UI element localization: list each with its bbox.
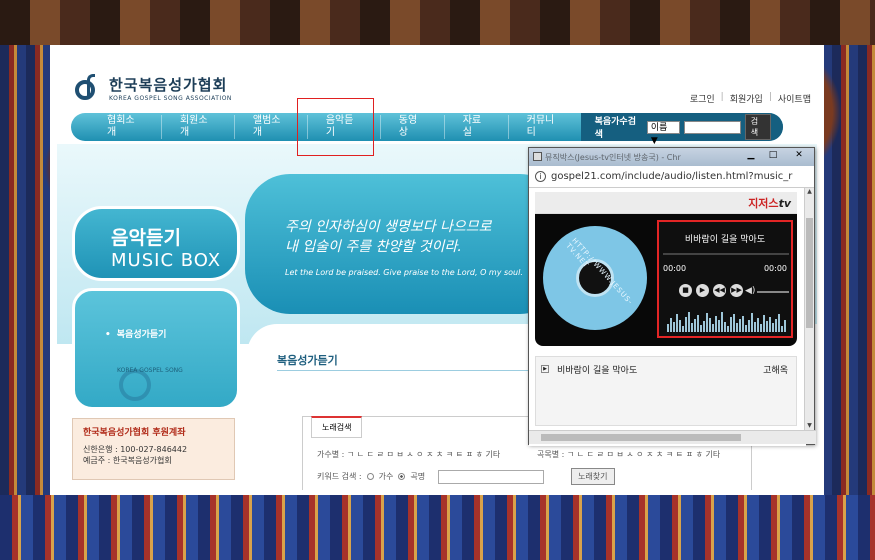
keyword-label: 키워드 검색 : bbox=[317, 472, 362, 481]
top-links: 로그인 | 회원가입 | 사이트맵 bbox=[689, 92, 811, 105]
logo-korean: 한국복음성가협회 bbox=[109, 76, 228, 94]
donation-holder: 예금주 : 한국복음성가협회 bbox=[83, 456, 172, 465]
player-screen: 비바람이 길을 막아도 00:00 00:00 ■ ▶ ◀◀ ▶▶ ◀) bbox=[657, 220, 793, 338]
radio-singer-label: 가수 bbox=[378, 472, 394, 481]
brand-logo: 지저스tv bbox=[748, 197, 791, 210]
equalizer-visual bbox=[667, 310, 787, 332]
player-controls: ■ ▶ ◀◀ ▶▶ bbox=[679, 284, 743, 297]
verse-english: Let the Lord be praised. Give praise to … bbox=[285, 268, 523, 277]
nav-community[interactable]: 커뮤니티 bbox=[509, 115, 581, 139]
music-heading-en: MUSIC BOX bbox=[111, 250, 222, 271]
popup-titlebar[interactable]: 뮤직박스(Jesus-tv인터넷 방송국) - Chr ▁ □ ✕ bbox=[529, 148, 814, 166]
progress-bar[interactable] bbox=[663, 253, 789, 255]
verse-line-2: 내 입술이 주를 찬양할 것이라. bbox=[285, 239, 462, 255]
site-logo[interactable]: 한국복음성가협회 KOREA GOSPEL SONG ASSOCIATION bbox=[75, 74, 232, 102]
playlist: ▶ 비바람이 길을 막아도 고해옥 bbox=[535, 356, 797, 426]
time-total: 00:00 bbox=[763, 264, 787, 273]
verse-banner: 주의 인자하심이 생명보다 나으므로 내 입술이 주를 찬양할 것이라. Let… bbox=[245, 174, 565, 314]
scroll-up-icon[interactable]: ▲ bbox=[805, 188, 814, 198]
minimize-button[interactable]: ▁ bbox=[740, 148, 762, 163]
time-elapsed: 00:00 bbox=[663, 264, 687, 273]
logo-icon bbox=[75, 74, 103, 102]
brand-bar: 지저스tv bbox=[535, 192, 797, 214]
nav-video[interactable]: 동영상 bbox=[381, 115, 445, 139]
keyword-input[interactable] bbox=[438, 469, 545, 484]
background-top bbox=[0, 0, 875, 45]
signup-link[interactable]: 회원가입 bbox=[730, 92, 763, 105]
donation-title: 한국복음성가협회 후원계좌 bbox=[83, 428, 186, 438]
search-type-select[interactable]: 이름 ▼ bbox=[646, 120, 681, 146]
nav-library[interactable]: 자료실 bbox=[445, 115, 509, 139]
side-menu: 복음성가듣기 KOREA GOSPEL SONG bbox=[72, 288, 240, 410]
song-index[interactable]: 곡목별 : ㄱ ㄴ ㄷ ㄹ ㅁ ㅂ ㅅ ㅇ ㅈ ㅊ ㅋ ㅌ ㅍ ㅎ 기타 bbox=[537, 449, 720, 460]
find-song-button[interactable]: 노래찾기 bbox=[571, 468, 615, 485]
info-icon: i bbox=[535, 171, 546, 182]
donation-box: 한국복음성가협회 후원계좌 신한은행 : 100-027-846442 예금주 … bbox=[72, 418, 235, 480]
singer-search-label: 복음가수검색 bbox=[594, 117, 636, 140]
login-link[interactable]: 로그인 bbox=[690, 92, 715, 105]
verse-line-1: 주의 인자하심이 생명보다 나으므로 bbox=[285, 219, 492, 235]
popup-url: gospel21.com/include/audio/listen.html?m… bbox=[551, 171, 793, 182]
popup-title: 뮤직박스(Jesus-tv인터넷 방송국) - Chr bbox=[545, 152, 681, 162]
singer-search-input[interactable] bbox=[684, 120, 741, 134]
singer-index[interactable]: 가수별 : ㄱ ㄴ ㄷ ㄹ ㅁ ㅂ ㅅ ㅇ ㅈ ㅊ ㅋ ㅌ ㅍ ㅎ 기타 bbox=[317, 449, 500, 460]
forward-icon[interactable]: ▶▶ bbox=[730, 284, 743, 297]
radio-singer[interactable] bbox=[366, 473, 374, 480]
logo-english: KOREA GOSPEL SONG ASSOCIATION bbox=[109, 95, 232, 102]
music-heading-ko: 음악듣기 bbox=[111, 227, 181, 249]
play-icon[interactable]: ▶ bbox=[696, 284, 709, 297]
playlist-row[interactable]: ▶ 비바람이 길을 막아도 고해옥 bbox=[536, 361, 796, 377]
background-bottom bbox=[0, 495, 875, 560]
playlist-song: 비바람이 길을 막아도 bbox=[557, 365, 638, 376]
main-nav: 협회소개 회원소개 앨범소개 음악듣기 동영상 자료실 커뮤니티 복음가수검색 … bbox=[71, 113, 784, 146]
tab-song-search[interactable]: 노래검색 bbox=[311, 416, 363, 438]
horizontal-scrollbar[interactable] bbox=[529, 430, 816, 444]
radio-song-label: 곡명 bbox=[410, 472, 426, 481]
now-playing-title: 비바람이 길을 막아도 bbox=[684, 235, 766, 245]
close-button[interactable]: ✕ bbox=[784, 148, 814, 163]
volume-icon[interactable]: ◀) bbox=[745, 286, 755, 296]
nav-members[interactable]: 회원소개 bbox=[162, 115, 235, 139]
singer-search: 복음가수검색 이름 ▼ 검색 bbox=[580, 113, 784, 146]
highlight-box bbox=[297, 98, 374, 156]
singer-search-button[interactable]: 검색 bbox=[744, 114, 772, 140]
sitemap-link[interactable]: 사이트맵 bbox=[778, 92, 811, 105]
radio-song[interactable] bbox=[398, 473, 406, 480]
music-box-heading: 음악듣기 MUSIC BOX bbox=[72, 206, 240, 281]
popup-address-bar[interactable]: i gospel21.com/include/audio/listen.html… bbox=[529, 166, 814, 188]
music-player-popup: 뮤직박스(Jesus-tv인터넷 방송국) - Chr ▁ □ ✕ i gosp… bbox=[528, 147, 816, 446]
maximize-button[interactable]: □ bbox=[762, 148, 784, 163]
content-title: 복음성가듣기 bbox=[277, 354, 338, 367]
popup-body: 지저스tv HTTP://WWW.JESUS-TV.NET 비바람이 길을 막아… bbox=[529, 188, 806, 446]
side-item-gospel-listen[interactable]: 복음성가듣기 bbox=[105, 327, 167, 340]
vertical-scrollbar[interactable]: ▲ ▼ bbox=[804, 188, 814, 432]
audio-player: HTTP://WWW.JESUS-TV.NET 비바람이 길을 막아도 00:0… bbox=[535, 214, 797, 346]
playlist-artist: 고해옥 bbox=[763, 365, 788, 376]
volume-slider[interactable] bbox=[757, 291, 789, 293]
rewind-icon[interactable]: ◀◀ bbox=[713, 284, 726, 297]
keyword-search-row: 키워드 검색 : 가수 곡명 노래찾기 bbox=[317, 468, 615, 485]
nav-about[interactable]: 협회소개 bbox=[89, 115, 162, 139]
window-icon bbox=[533, 152, 542, 161]
donation-bank: 신한은행 : 100-027-846442 bbox=[83, 445, 188, 454]
cd-graphic: HTTP://WWW.JESUS-TV.NET bbox=[543, 226, 647, 330]
stop-icon[interactable]: ■ bbox=[679, 284, 692, 297]
side-emblem-text: KOREA GOSPEL SONG bbox=[117, 367, 183, 374]
play-small-icon[interactable]: ▶ bbox=[541, 365, 549, 373]
